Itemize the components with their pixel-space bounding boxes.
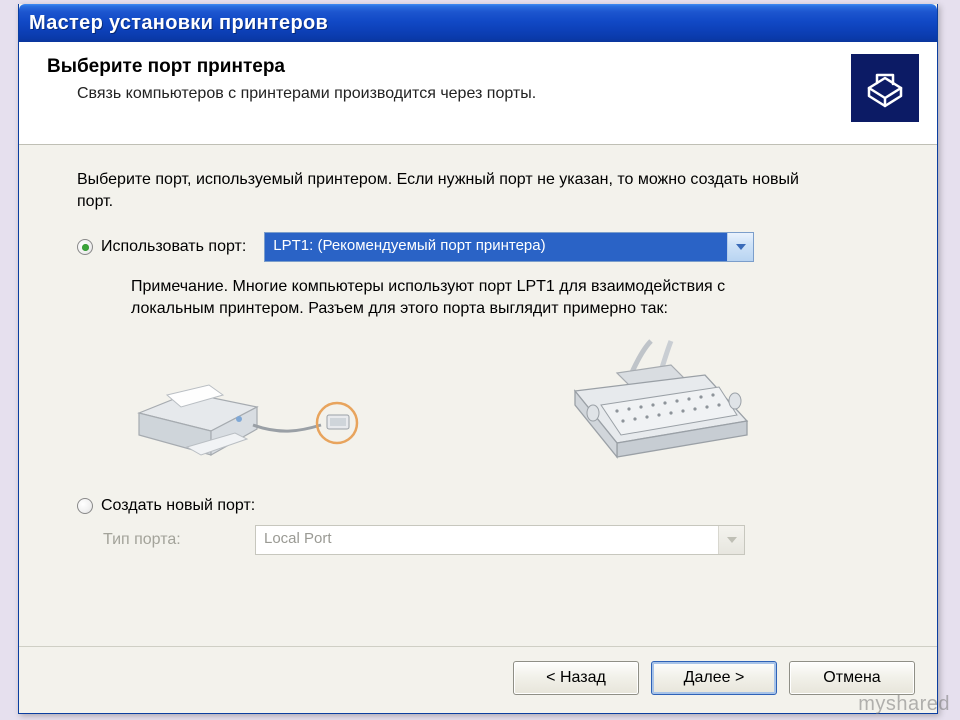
cancel-button-label: Отмена [823,669,880,687]
chevron-down-icon [736,244,746,250]
next-button[interactable]: Далее > [651,661,777,695]
wizard-window: Мастер установки принтеров Выберите порт… [18,4,938,714]
create-new-port-option[interactable]: Создать новый порт: [77,497,897,515]
port-type-dropdown: Local Port [255,525,745,555]
back-button[interactable]: < Назад [513,661,639,695]
window-title: Мастер установки принтеров [29,12,328,35]
printer-banner-icon [851,54,919,122]
desktop-background: Мастер установки принтеров Выберите порт… [0,0,960,720]
instruction-text: Выберите порт, используемый принтером. Е… [77,169,837,212]
use-port-label: Использовать порт: [101,238,246,256]
port-note-text: Примечание. Многие компьютеры используют… [131,276,771,319]
use-existing-port-option[interactable]: Использовать порт: LPT1: (Рекомендуемый … [77,232,897,262]
port-type-dropdown-button [718,526,744,554]
page-title: Выберите порт принтера [47,56,851,78]
port-dropdown-value: LPT1: (Рекомендуемый порт принтера) [265,233,727,261]
port-type-value: Local Port [256,526,718,554]
use-port-radio[interactable] [77,239,93,255]
wizard-header: Выберите порт принтера Связь компьютеров… [19,42,937,145]
create-port-radio[interactable] [77,498,93,514]
page-subtitle: Связь компьютеров с принтерами производи… [77,84,851,104]
port-dropdown[interactable]: LPT1: (Рекомендуемый порт принтера) [264,232,754,262]
port-dropdown-button[interactable] [727,233,753,261]
cancel-button[interactable]: Отмена [789,661,915,695]
wizard-body: Выберите порт, используемый принтером. Е… [19,145,937,630]
port-illustration [131,335,771,475]
next-button-label: Далее > [684,669,745,687]
back-button-label: < Назад [546,669,606,687]
chevron-down-icon [727,537,737,543]
title-bar[interactable]: Мастер установки принтеров [19,4,937,42]
create-port-label: Создать новый порт: [101,497,255,515]
button-bar: < Назад Далее > Отмена [19,647,937,713]
port-type-label: Тип порта: [103,531,255,549]
port-type-row: Тип порта: Local Port [103,525,897,555]
